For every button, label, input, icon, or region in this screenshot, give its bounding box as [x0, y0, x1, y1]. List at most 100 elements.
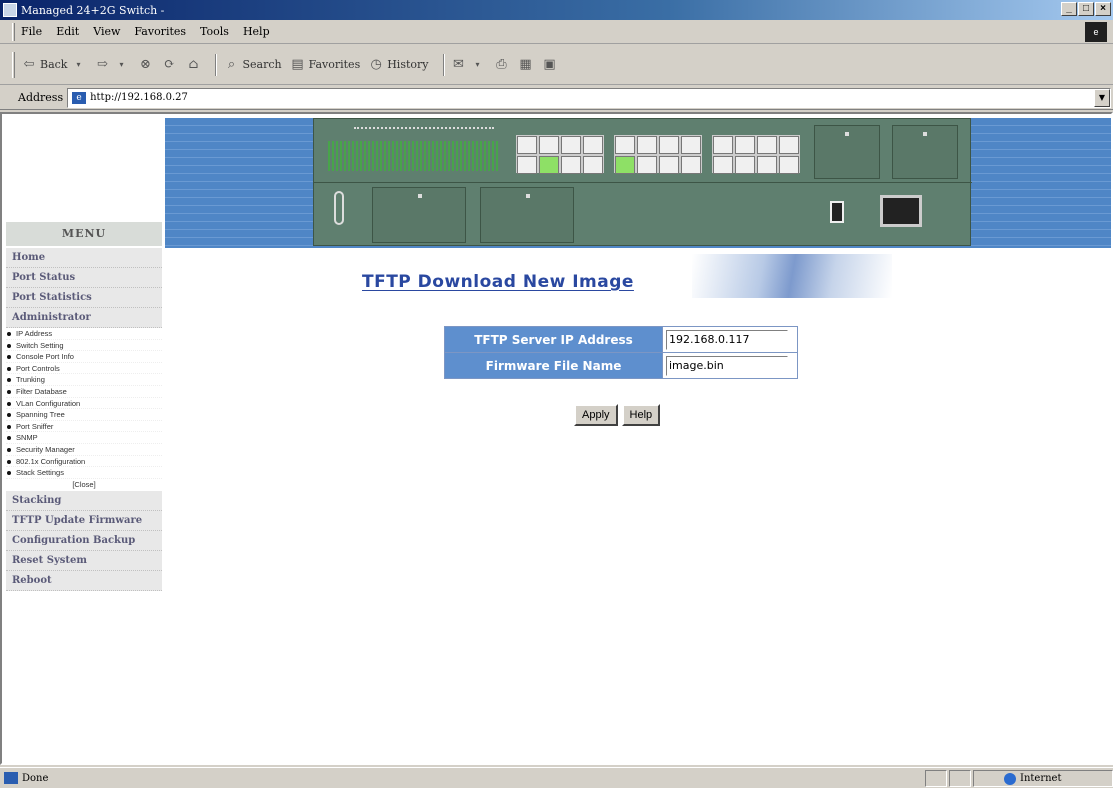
tftp-form-table: TFTP Server IP Address Firmware File Nam…	[444, 326, 798, 379]
chevron-down-icon: ▾	[119, 60, 124, 69]
menu-home[interactable]: Home	[6, 248, 162, 268]
menu-reset-system[interactable]: Reset System	[6, 550, 162, 571]
minimize-button[interactable]: _	[1061, 2, 1077, 16]
port	[779, 136, 799, 154]
submenu-spanning-tree[interactable]: Spanning Tree	[6, 409, 162, 421]
menu-port-status[interactable]: Port Status	[6, 268, 162, 288]
help-button[interactable]: Help	[621, 404, 661, 426]
submenu-switch-setting[interactable]: Switch Setting	[6, 340, 162, 352]
close-button[interactable]: ×	[1095, 2, 1111, 16]
search-label: Search	[242, 58, 282, 71]
switch-label-area	[354, 127, 494, 135]
port	[583, 136, 603, 154]
server-ip-input[interactable]	[666, 329, 788, 350]
file-name-label: Firmware File Name	[444, 352, 663, 379]
file-name-input[interactable]	[666, 355, 788, 376]
port	[615, 136, 635, 154]
submenu-port-controls[interactable]: Port Controls	[6, 363, 162, 375]
history-icon: ◷	[370, 57, 382, 72]
toolbar-separator	[215, 53, 218, 76]
menu-stacking[interactable]: Stacking	[6, 490, 162, 511]
forward-button[interactable]: ⇨ ▾	[94, 57, 129, 73]
submenu-console-port-info[interactable]: Console Port Info	[6, 351, 162, 363]
back-label: Back	[40, 58, 68, 71]
form-buttons: Apply Help	[574, 404, 661, 426]
submenu-port-sniffer[interactable]: Port Sniffer	[6, 421, 162, 433]
submenu-8021x-configuration[interactable]: 802.1x Configuration	[6, 456, 162, 468]
menu-file[interactable]: File	[21, 25, 42, 38]
port	[713, 136, 733, 154]
print-icon: ⎙	[496, 57, 507, 72]
title-bar: Managed 24+2G Switch - _ □ ×	[0, 0, 1113, 20]
mail-button[interactable]: ✉ ▾	[451, 57, 486, 73]
gbic-slot	[814, 125, 880, 179]
port	[517, 156, 537, 174]
expansion-slot	[480, 187, 574, 243]
submenu-stack-settings[interactable]: Stack Settings	[6, 467, 162, 479]
submenu-trunking[interactable]: Trunking	[6, 374, 162, 386]
menu-administrator[interactable]: Administrator	[6, 308, 162, 328]
refresh-icon: ⟳	[164, 57, 175, 72]
address-bar: Address e http://192.168.0.27 ▼	[0, 86, 1113, 110]
port-group-3	[712, 135, 800, 174]
chevron-down-icon: ▾	[475, 60, 480, 69]
port	[681, 136, 701, 154]
table-row: Firmware File Name	[444, 352, 798, 379]
menu-port-statistics[interactable]: Port Statistics	[6, 288, 162, 308]
menu-edit[interactable]: Edit	[56, 25, 79, 38]
menubar-grip	[12, 22, 15, 41]
apply-button[interactable]: Apply	[574, 404, 618, 426]
page-done-icon	[4, 772, 18, 784]
page-title: TFTP Download New Image	[362, 272, 634, 292]
stop-button[interactable]: ⊗	[137, 57, 153, 73]
submenu-ip-address[interactable]: IP Address	[6, 328, 162, 340]
print-button[interactable]: ⎙	[494, 57, 510, 73]
stop-icon: ⊗	[140, 57, 151, 72]
favorites-button[interactable]: ▤ Favorites	[290, 57, 360, 73]
back-button[interactable]: ⇦ Back ▾	[21, 57, 86, 73]
menu-help[interactable]: Help	[243, 25, 270, 38]
page-icon: e	[72, 91, 87, 104]
power-switch	[830, 201, 844, 223]
edit-icon: ▦	[519, 57, 532, 72]
menu-favorites[interactable]: Favorites	[134, 25, 186, 38]
window-controls: _ □ ×	[1061, 2, 1111, 16]
submenu-security-manager[interactable]: Security Manager	[6, 444, 162, 456]
edit-button[interactable]: ▦	[518, 57, 534, 73]
server-ip-cell	[662, 326, 798, 353]
discuss-icon: ▣	[543, 57, 556, 72]
home-button[interactable]: ⌂	[185, 57, 201, 73]
submenu-snmp[interactable]: SNMP	[6, 432, 162, 444]
browser-window: Managed 24+2G Switch - _ □ × File Edit V…	[0, 0, 1113, 788]
address-field[interactable]: e http://192.168.0.27 ▼	[67, 87, 1111, 108]
submenu-filter-database[interactable]: Filter Database	[6, 386, 162, 398]
status-bar: Done Internet	[0, 767, 1113, 788]
menu-view[interactable]: View	[93, 25, 120, 38]
menu-tools[interactable]: Tools	[200, 25, 229, 38]
toolbar-grip	[12, 51, 15, 78]
menu-tftp-update-firmware[interactable]: TFTP Update Firmware	[6, 510, 162, 531]
port	[735, 156, 755, 174]
menu-configuration-backup[interactable]: Configuration Backup	[6, 530, 162, 551]
submenu-close-link[interactable]: [Close]	[6, 479, 162, 491]
port	[779, 156, 799, 174]
menu-reboot[interactable]: Reboot	[6, 570, 162, 591]
menu-bar: File Edit View Favorites Tools Help e	[0, 20, 1113, 44]
maximize-button[interactable]: □	[1078, 2, 1094, 16]
port	[659, 136, 679, 154]
status-panels: Internet	[923, 770, 1113, 787]
refresh-button[interactable]: ⟳	[161, 57, 177, 73]
table-row: TFTP Server IP Address	[444, 326, 798, 353]
address-dropdown-button[interactable]: ▼	[1094, 88, 1110, 107]
page-title-area: TFTP Download New Image	[362, 254, 902, 300]
submenu-vlan-configuration[interactable]: VLan Configuration	[6, 398, 162, 410]
internet-globe-icon	[1004, 772, 1016, 785]
port	[561, 156, 581, 174]
discuss-button[interactable]: ▣	[542, 57, 558, 73]
console-port	[334, 191, 344, 225]
search-button[interactable]: ⌕ Search	[223, 57, 282, 73]
port	[757, 156, 777, 174]
history-button[interactable]: ◷ History	[368, 57, 429, 73]
favorites-icon: ▤	[291, 57, 304, 72]
page-content: MENU Home Port Status Port Statistics Ad…	[0, 112, 1113, 765]
